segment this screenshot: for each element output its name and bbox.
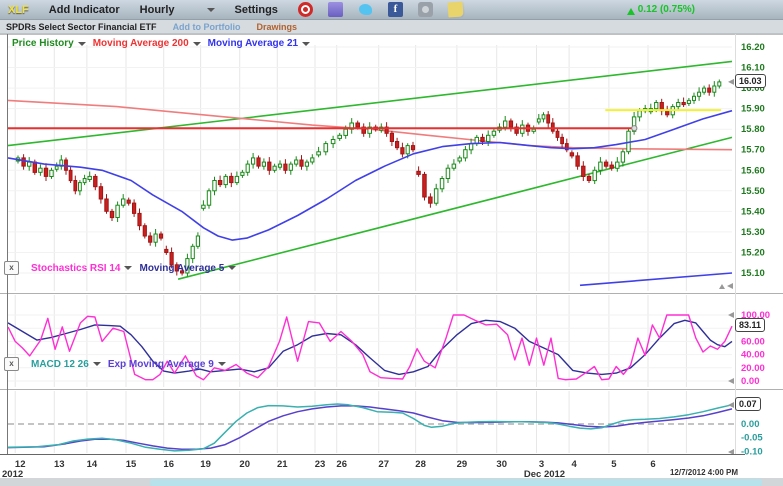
svg-text:16: 16 [163,459,174,470]
close-macd-button[interactable]: x [4,357,19,371]
svg-text:15.50: 15.50 [741,186,765,197]
stochastics-value-badge: 83.11 [735,318,765,332]
ma5-dropdown[interactable]: Moving Average 5 [139,263,236,274]
svg-text:-0.10: -0.10 [741,446,763,457]
up-arrow-icon [627,4,635,15]
svg-text:29: 29 [457,459,468,470]
symbol-info-bar: SPDRs Select Sector Financial ETF Add to… [0,20,783,34]
chevron-down-icon [207,8,215,16]
svg-text:15.20: 15.20 [741,248,765,259]
ema9-dropdown[interactable]: Exp Moving Average 9 [108,359,226,370]
svg-text:21: 21 [277,459,288,470]
settings-button[interactable]: Settings [235,4,278,16]
svg-text:15.80: 15.80 [741,124,765,135]
svg-text:-0.05: -0.05 [741,433,763,444]
chevron-down-icon [78,42,86,50]
svg-text:5: 5 [611,459,617,470]
svg-text:4: 4 [571,459,577,470]
ma21-label: Moving Average 21 [208,38,298,49]
svg-text:6: 6 [650,459,655,470]
ma21-dropdown[interactable]: Moving Average 21 [208,38,310,49]
svg-text:15.40: 15.40 [741,206,765,217]
macd-value-badge: 0.07 [735,397,761,411]
svg-text:0.00: 0.00 [741,376,760,387]
ema9-label: Exp Moving Average 9 [108,359,214,370]
ma200-label: Moving Average 200 [93,38,189,49]
last-price-badge: 16.03 [735,74,766,88]
interval-dropdown[interactable]: Hourly [140,4,215,16]
close-stochastics-button[interactable]: x [4,261,19,275]
svg-text:16.10: 16.10 [741,63,765,74]
price-change-indicator: 0.12 (0.75%) [627,4,695,15]
time-scrollbar[interactable] [0,477,783,486]
facebook-icon[interactable]: f [388,2,403,17]
symbol-full-name: SPDRs Select Sector Financial ETF [6,22,157,32]
svg-text:15.60: 15.60 [741,165,765,176]
svg-text:20: 20 [239,459,250,470]
svg-text:2012: 2012 [2,469,23,477]
clock-icon[interactable] [298,2,313,17]
camera-icon[interactable] [418,2,433,17]
svg-text:30: 30 [496,459,507,470]
twitter-icon[interactable] [358,2,373,17]
add-indicator-button[interactable]: Add Indicator [49,4,120,16]
macd-dropdown[interactable]: MACD 12 26 [31,359,101,370]
toolbar-icons: f [298,2,463,17]
drawings-link[interactable]: Drawings [257,22,298,32]
svg-text:28: 28 [415,459,426,470]
svg-text:23: 23 [315,459,326,470]
price-history-dropdown[interactable]: Price History [12,38,86,49]
svg-text:20.00: 20.00 [741,363,765,374]
svg-text:14: 14 [87,459,98,470]
svg-text:12/7/2012 4:00 PM: 12/7/2012 4:00 PM [670,468,738,477]
chevron-down-icon [302,42,310,50]
svg-text:15.10: 15.10 [741,268,765,279]
change-value: 0.12 (0.75%) [638,4,695,15]
scrollbar-thumb[interactable] [150,479,762,486]
svg-text:16.20: 16.20 [741,42,765,53]
svg-text:40.00: 40.00 [741,350,765,361]
chart-area: 16.2016.1016.0015.9015.8015.7015.6015.50… [0,34,783,477]
stochastics-dropdown[interactable]: Stochastics RSI 14 [31,263,132,274]
svg-text:60.00: 60.00 [741,336,765,347]
svg-text:15.90: 15.90 [741,104,765,115]
svg-text:Dec 2012: Dec 2012 [524,469,565,477]
ma200-dropdown[interactable]: Moving Average 200 [93,38,201,49]
svg-text:15: 15 [126,459,137,470]
stochastics-panel-header: x Stochastics RSI 14 Moving Average 5 [4,261,236,275]
chevron-down-icon [218,362,226,370]
symbol-label[interactable]: XLF [8,4,29,16]
macd-panel-header: x MACD 12 26 Exp Moving Average 9 [4,357,226,371]
cube-icon[interactable] [328,2,343,17]
chevron-down-icon [93,362,101,370]
svg-text:27: 27 [378,459,389,470]
price-history-label: Price History [12,38,74,49]
chevron-down-icon [124,266,132,274]
add-to-portfolio-link[interactable]: Add to Portfolio [173,22,241,32]
interval-label: Hourly [140,4,175,16]
charting-app-window: XLF Add Indicator Hourly Settings f 0.12… [0,0,783,486]
svg-text:19: 19 [200,459,211,470]
svg-text:26: 26 [336,459,347,470]
chart-canvas[interactable]: 16.2016.1016.0015.9015.8015.7015.6015.50… [0,34,783,477]
macd-label: MACD 12 26 [31,359,89,370]
note-icon[interactable] [447,1,463,17]
svg-text:15.70: 15.70 [741,145,765,156]
chevron-down-icon [193,42,201,50]
toolbar: XLF Add Indicator Hourly Settings f 0.12… [0,0,783,20]
ma5-label: Moving Average 5 [139,263,224,274]
svg-text:15.30: 15.30 [741,227,765,238]
price-panel-header: Price History Moving Average 200 Moving … [12,38,310,49]
svg-text:0.00: 0.00 [741,419,760,430]
svg-text:13: 13 [54,459,65,470]
stochastics-label: Stochastics RSI 14 [31,263,120,274]
chevron-down-icon [228,266,236,274]
